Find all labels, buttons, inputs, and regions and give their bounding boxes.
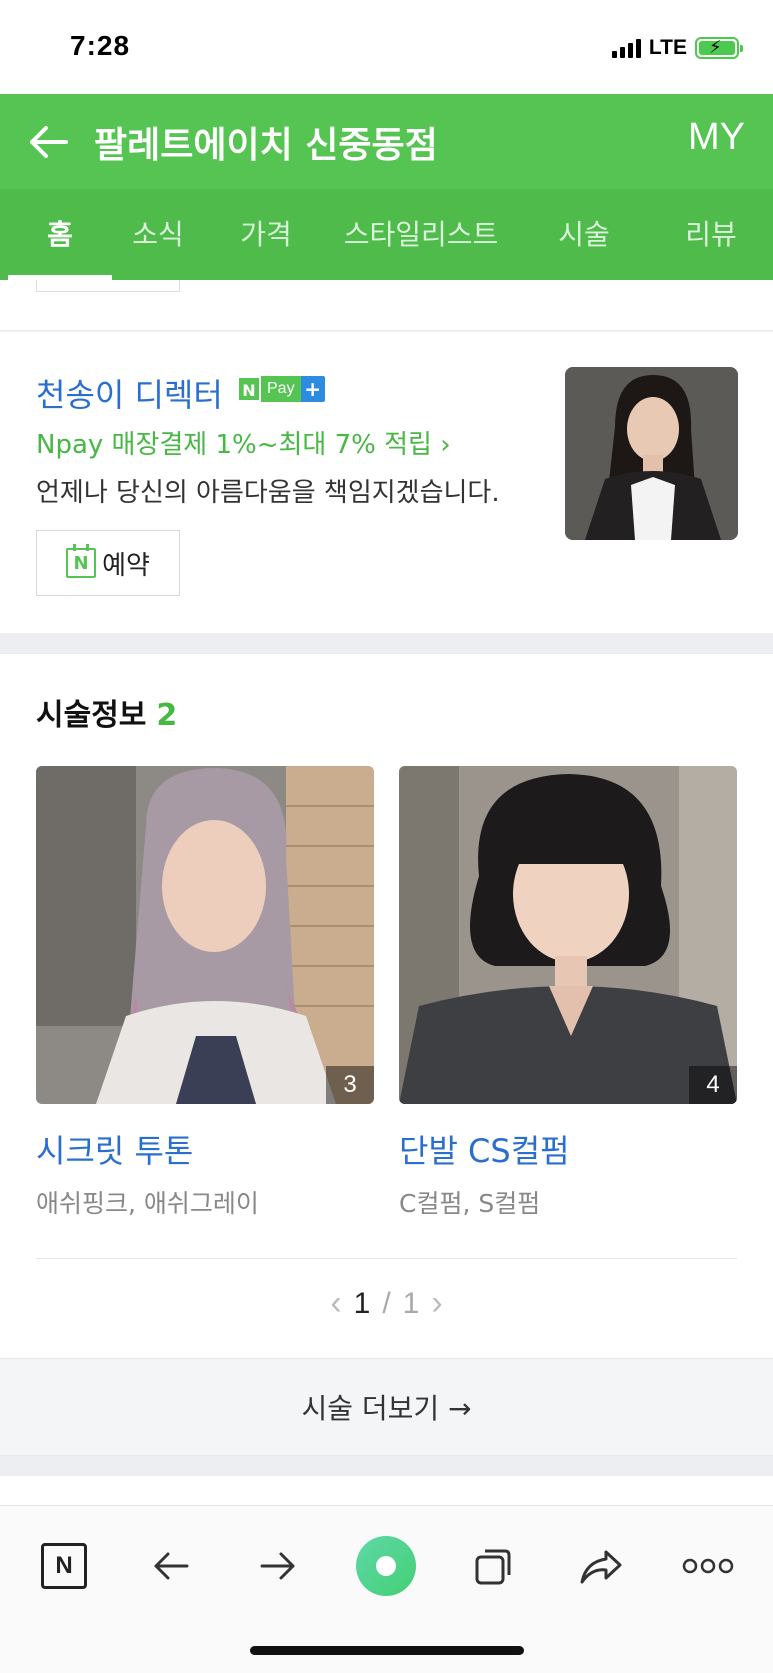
section-separator — [0, 633, 773, 654]
service-title[interactable]: 시크릿 투톤 — [36, 1126, 374, 1172]
service-title[interactable]: 단발 CS컬펌 — [399, 1126, 737, 1172]
more-services-button[interactable]: 시술 더보기 → — [0, 1358, 773, 1456]
naver-icon[interactable]: N — [34, 1536, 94, 1596]
reserve-button[interactable]: N 예약 — [36, 530, 180, 596]
pager-total: 1 — [402, 1286, 420, 1320]
calendar-icon: N — [66, 544, 97, 578]
page-title: 팔레트에이치 신중동점 — [94, 125, 438, 166]
service-photo[interactable]: 3 — [36, 766, 374, 1104]
more-services-label: 시술 더보기 → — [301, 1392, 472, 1425]
divider — [36, 1258, 737, 1259]
status-icons: LTE ⚡ — [611, 36, 743, 60]
npay-plus-icon: + — [300, 376, 325, 402]
designer-description: 언제나 당신의 아름다움을 책임지겠습니다. — [36, 478, 500, 508]
pager-current: 1 — [353, 1286, 371, 1320]
service-photo[interactable]: 4 — [399, 766, 737, 1104]
pager-separator: / — [382, 1286, 391, 1320]
npay-badge: N Pay + — [237, 376, 325, 402]
green-dot-icon[interactable] — [356, 1536, 416, 1596]
npay-pay-label: Pay — [261, 376, 301, 402]
status-bar: 7:28 LTE ⚡ — [0, 0, 773, 94]
tab-service[interactable]: 시술 — [506, 189, 662, 280]
back-icon[interactable] — [141, 1536, 201, 1596]
service-card[interactable]: 4 단발 CS컬펌 C컬펌, S컬펌 — [399, 766, 737, 1220]
next-section-edge — [0, 1476, 773, 1506]
tab-review[interactable]: 리뷰 — [662, 189, 760, 280]
network-label: LTE — [648, 36, 687, 59]
forward-icon[interactable] — [248, 1536, 308, 1596]
section-separator — [0, 1456, 773, 1476]
browser-toolbar: N — [0, 1506, 773, 1673]
service-card[interactable]: 3 시크릿 투톤 애쉬핑크, 애쉬그레이 — [36, 766, 374, 1220]
tab-price[interactable]: 가격 — [196, 189, 336, 280]
tab-news[interactable]: 소식 — [120, 189, 196, 280]
photo-count-badge: 3 — [326, 1066, 374, 1104]
services-heading: 시술정보 2 — [36, 690, 177, 734]
service-tags: 애쉬핑크, 애쉬그레이 — [36, 1189, 259, 1218]
share-icon[interactable] — [571, 1536, 631, 1596]
services-title: 시술정보 — [36, 698, 147, 733]
status-time: 7:28 — [70, 30, 131, 61]
battery-charging-icon: ⚡ — [695, 37, 743, 59]
signal-icon — [611, 38, 641, 58]
app-header: 팔레트에이치 신중동점 MY — [0, 94, 773, 189]
photo-count-badge: 4 — [689, 1066, 737, 1104]
my-button[interactable]: MY — [688, 116, 745, 159]
reserve-label: 예약 — [102, 550, 150, 581]
tab-bar: 홈 소식 가격 스타일리스트 시술 리뷰 — [0, 189, 773, 280]
chevron-right-icon[interactable]: › — [431, 1284, 442, 1323]
designer-name-link[interactable]: 천송이 디렉터 — [36, 370, 223, 416]
tab-stylist[interactable]: 스타일리스트 — [336, 189, 506, 280]
tabs-icon[interactable] — [464, 1536, 524, 1596]
npay-n-logo: N — [237, 376, 261, 402]
more-icon[interactable] — [678, 1536, 738, 1596]
services-count: 2 — [156, 698, 178, 733]
chevron-left-icon[interactable]: ‹ — [330, 1284, 341, 1323]
tab-home[interactable]: 홈 — [0, 189, 120, 280]
designer-photo[interactable] — [565, 367, 738, 540]
back-arrow-icon[interactable] — [26, 120, 70, 164]
npay-benefit-link[interactable]: Npay 매장결제 1%~최대 7% 적립 › — [36, 424, 451, 461]
service-tags: C컬펌, S컬펌 — [399, 1189, 541, 1218]
home-indicator[interactable] — [250, 1646, 524, 1655]
pagination: ‹ 1 / 1 › — [0, 1284, 773, 1323]
previous-item-edge — [36, 280, 180, 292]
divider — [0, 330, 773, 332]
